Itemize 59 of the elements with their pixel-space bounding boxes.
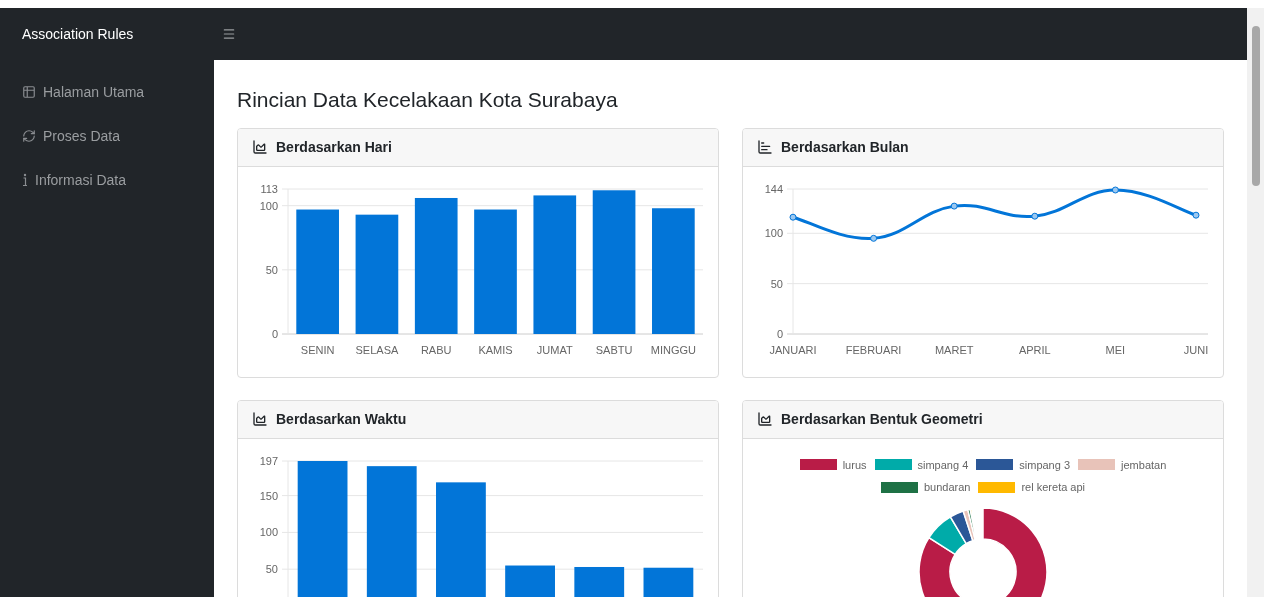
- y-tick-label: 50: [265, 562, 278, 575]
- y-tick-label: 100: [259, 199, 278, 212]
- x-axis-label: MINGGU: [650, 343, 696, 356]
- card-title: Berdasarkan Bentuk Geometri: [781, 409, 983, 429]
- bar-chart-icon: [757, 139, 773, 155]
- data-point: [1031, 212, 1039, 220]
- page-title: Rincian Data Kecelakaan Kota Surabaya: [237, 87, 619, 113]
- y-tick-label: 197: [259, 454, 278, 467]
- table-icon: [22, 85, 36, 99]
- info-icon: [22, 173, 28, 187]
- data-point: [1111, 186, 1119, 193]
- sidebar-item[interactable]: Informasi Data: [0, 158, 214, 202]
- y-tick-label: 113: [260, 182, 278, 195]
- x-axis-label: JUNI: [1183, 343, 1209, 356]
- card-title: Berdasarkan Hari: [276, 137, 392, 157]
- y-tick-label: 0: [271, 327, 278, 340]
- refresh-icon: [22, 129, 36, 143]
- area-chart-icon: [757, 411, 773, 427]
- x-axis-label: APRIL: [1018, 343, 1051, 356]
- data-point: [870, 234, 878, 242]
- legend-label: jembatan: [1121, 457, 1167, 473]
- x-axis-label: SENIN: [300, 343, 335, 356]
- x-axis-label: FEBRUARI: [845, 343, 902, 356]
- bar: [505, 565, 555, 597]
- x-axis-label: MEI: [1105, 343, 1126, 356]
- x-axis-label: SELASA: [355, 343, 399, 356]
- y-tick-label: 150: [259, 489, 278, 502]
- x-axis-label: JANUARI: [769, 343, 817, 356]
- scrollbar-thumb[interactable]: [1251, 26, 1260, 186]
- legend-label: simpang 4: [917, 457, 969, 473]
- brand-title[interactable]: Association Rules: [22, 23, 134, 45]
- data-point: [950, 202, 958, 210]
- card-title: Berdasarkan Waktu: [276, 409, 407, 429]
- x-axis-label: KAMIS: [478, 343, 513, 356]
- data-point: [1192, 211, 1200, 219]
- bar: [643, 567, 694, 597]
- legend-label: bundaran: [923, 480, 971, 495]
- y-tick-label: 50: [770, 277, 783, 290]
- x-axis-label: MARET: [934, 343, 974, 356]
- area-chart-icon: [252, 139, 268, 155]
- card-title: Berdasarkan Bulan: [781, 137, 909, 157]
- y-tick-label: 144: [764, 182, 783, 195]
- menu-icon[interactable]: [222, 27, 236, 41]
- y-tick-label: 100: [764, 226, 783, 239]
- legend-label: simpang 3: [1019, 457, 1071, 473]
- sidebar-item[interactable]: Proses Data: [0, 114, 214, 158]
- sidebar-item[interactable]: Halaman Utama: [0, 70, 214, 114]
- scrollbar[interactable]: [1247, 8, 1264, 597]
- y-tick-label: 100: [259, 525, 278, 538]
- y-tick-label: 50: [265, 263, 278, 276]
- x-axis-label: JUMAT: [536, 343, 573, 356]
- x-axis-label: RABU: [420, 343, 452, 356]
- legend-label: lurus: [842, 457, 867, 473]
- bar: [574, 566, 625, 597]
- y-tick-label: 0: [776, 327, 783, 340]
- data-point: [789, 213, 797, 221]
- area-chart-icon: [252, 411, 268, 427]
- legend-label: rel kereta api: [1021, 480, 1086, 495]
- x-axis-label: SABTU: [595, 343, 633, 356]
